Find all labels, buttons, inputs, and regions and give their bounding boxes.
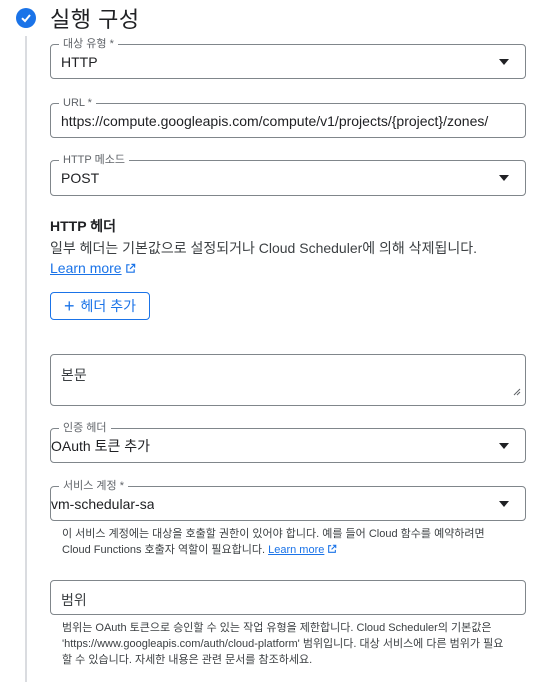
auth-header-select[interactable]: 인증 헤더 OAuth 토큰 추가	[50, 422, 526, 463]
http-headers-description: 일부 헤더는 기본값으로 설정되거나 Cloud Scheduler에 의해 삭…	[50, 238, 510, 279]
scope-hint: 범위는 OAuth 토큰으로 승인할 수 있는 작업 유형을 제한합니다. Cl…	[62, 622, 504, 666]
resize-handle-icon[interactable]	[513, 383, 521, 401]
body-textarea[interactable]: 본문	[50, 354, 526, 406]
http-method-select[interactable]: HTTP 메소드 POST	[50, 154, 526, 196]
http-method-value: POST	[61, 170, 100, 186]
target-type-value: HTTP	[61, 53, 98, 70]
url-input[interactable]: URL * https://compute.googleapis.com/com…	[50, 97, 526, 138]
target-type-select[interactable]: 대상 유형 * HTTP	[50, 38, 526, 79]
scope-placeholder: 범위	[61, 592, 87, 608]
service-account-select[interactable]: 서비스 계정 * vm-schedular-sa	[50, 480, 526, 521]
dropdown-caret-icon	[499, 500, 509, 507]
check-circle-icon	[16, 8, 36, 28]
plus-icon: +	[64, 296, 75, 316]
dropdown-caret-icon	[499, 175, 509, 181]
external-link-icon	[327, 543, 337, 559]
body-placeholder: 본문	[61, 367, 87, 383]
step-rail	[25, 36, 27, 682]
url-value: https://compute.googleapis.com/compute/v…	[61, 112, 489, 129]
section-title: 실행 구성	[50, 7, 140, 32]
auth-header-value: OAuth 토큰 추가	[51, 437, 150, 454]
http-headers-title: HTTP 헤더	[50, 218, 116, 234]
learn-more-link[interactable]: Learn more	[50, 260, 136, 276]
learn-more-text: Learn more	[268, 544, 325, 556]
add-header-button[interactable]: + 헤더 추가	[50, 292, 150, 320]
scope-input[interactable]: 범위	[50, 580, 526, 615]
service-account-value: vm-schedular-sa	[51, 495, 155, 512]
http-headers-description-text: 일부 헤더는 기본값으로 설정되거나 Cloud Scheduler에 의해 삭…	[50, 240, 477, 256]
dropdown-caret-icon	[499, 58, 509, 65]
learn-more-link[interactable]: Learn more	[268, 544, 337, 556]
section-header: 실행 구성	[16, 5, 140, 32]
learn-more-text: Learn more	[50, 260, 122, 276]
add-header-label: 헤더 추가	[80, 298, 136, 314]
dropdown-caret-icon	[499, 442, 509, 449]
external-link-icon	[125, 259, 136, 279]
service-account-hint: 이 서비스 계정에는 대상을 호출할 권한이 있어야 합니다. 예를 들어 Cl…	[62, 526, 512, 559]
